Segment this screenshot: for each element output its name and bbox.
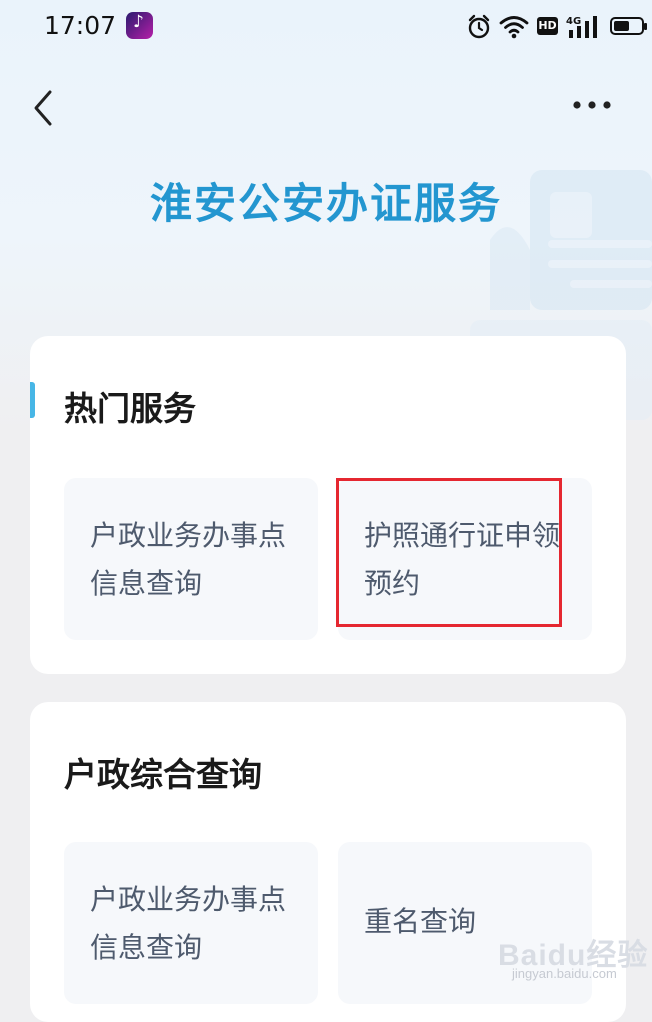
alarm-icon (468, 14, 490, 39)
watermark-url: jingyan.baidu.com (512, 966, 617, 981)
page-title: 淮安公安办证服务 (149, 179, 502, 228)
battery-icon (610, 17, 647, 35)
hd-badge: HD (537, 17, 558, 35)
service-tile-household-office-query[interactable]: 户政业务办事点信息查询 (64, 478, 318, 640)
service-tile-label: 护照通行证申领预约 (364, 519, 561, 600)
service-tile-household-office-query[interactable]: 户政业务办事点信息查询 (64, 842, 318, 1004)
cellular-signal-icon: 4G (566, 16, 597, 38)
hot-services-title: 热门服务 (64, 389, 196, 428)
service-tile-label: 户政业务办事点信息查询 (90, 883, 287, 964)
status-bar: 17:07 HD 4G (0, 0, 652, 56)
more-options-icon[interactable] (572, 95, 612, 115)
status-time: 17:07 (44, 11, 117, 40)
household-query-title: 户政综合查询 (64, 755, 262, 794)
service-tile-passport-appointment[interactable]: 护照通行证申领预约 (338, 478, 592, 640)
back-chevron-icon[interactable] (30, 88, 64, 128)
douyin-app-icon (126, 12, 153, 39)
section-accent-bar (30, 382, 35, 418)
service-tile-label: 户政业务办事点信息查询 (90, 519, 287, 600)
wifi-icon (499, 16, 529, 39)
network-type-label: 4G (566, 16, 581, 27)
hot-services-card: 热门服务 户政业务办事点信息查询 护照通行证申领预约 (30, 336, 626, 674)
baidu-watermark: Baidu经验 jingyan.baidu.com (498, 930, 652, 990)
